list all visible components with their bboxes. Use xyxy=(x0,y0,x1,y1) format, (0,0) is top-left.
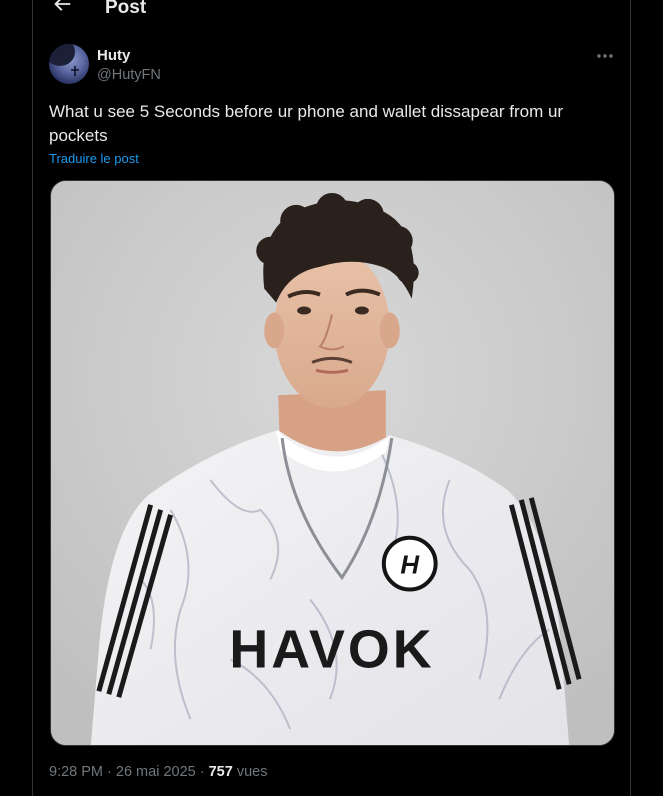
more-options-button[interactable] xyxy=(595,47,615,65)
translate-post-link[interactable]: Traduire le post xyxy=(49,151,139,166)
post-column: Post Huty @HutyFN What u see 5 Seconds b… xyxy=(32,0,631,796)
meta-separator: · xyxy=(103,764,116,780)
post-meta: 9:28 PM · 26 mai 2025 · 757 vues xyxy=(49,764,267,780)
post-time[interactable]: 9:28 PM xyxy=(49,764,103,780)
left-eye xyxy=(297,306,312,315)
meta-separator: · xyxy=(195,764,209,780)
avatar-cross-mark xyxy=(71,66,79,76)
badge-text: H xyxy=(400,552,420,580)
author-handle[interactable]: @HutyFN xyxy=(97,67,161,83)
back-button[interactable] xyxy=(51,0,73,17)
views-label: vues xyxy=(232,764,268,780)
avatar[interactable] xyxy=(49,44,89,84)
post-header: Post xyxy=(33,0,630,22)
views-count: 757 xyxy=(208,764,233,780)
arrow-left-icon xyxy=(54,0,71,11)
left-ear xyxy=(264,312,285,349)
post-photo[interactable]: H HAVOK xyxy=(50,180,615,746)
post-text: What u see 5 Seconds before ur phone and… xyxy=(49,102,564,145)
photo-illustration: H HAVOK xyxy=(51,181,614,745)
page-title: Post xyxy=(105,0,147,18)
right-eye xyxy=(354,306,369,315)
post-date[interactable]: 26 mai 2025 xyxy=(116,764,196,780)
right-ear xyxy=(379,312,400,349)
shirt-logo-text: HAVOK xyxy=(229,619,434,679)
more-horizontal-icon xyxy=(597,54,613,58)
avatar-hair xyxy=(49,44,75,66)
author-name[interactable]: Huty xyxy=(97,47,130,64)
